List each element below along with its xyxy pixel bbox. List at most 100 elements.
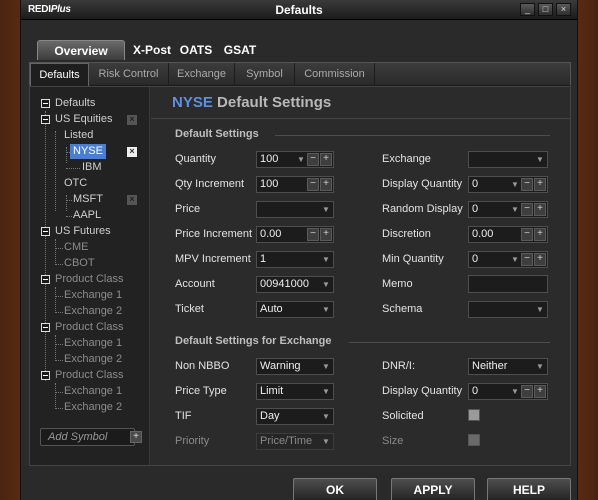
chevron-down-icon[interactable]: ▼ (320, 203, 332, 216)
chevron-down-icon[interactable]: ▼ (534, 303, 546, 316)
price-type-select[interactable]: Limit ▼ (256, 383, 334, 400)
collapse-icon[interactable] (41, 275, 50, 284)
price-increment-value: 0.00 (260, 228, 282, 240)
tree-item-nyse[interactable]: NYSE (70, 144, 106, 159)
plus-icon[interactable]: + (320, 153, 332, 166)
plus-icon[interactable]: + (534, 228, 546, 241)
tree-item-product-class[interactable]: Product Class (55, 320, 123, 335)
chevron-down-icon[interactable]: ▼ (320, 360, 332, 373)
tree-item-exchange-1[interactable]: Exchange 1 (64, 384, 122, 399)
tab-exchange[interactable]: Exchange (169, 63, 235, 86)
plus-icon[interactable]: + (534, 203, 546, 216)
tab-risk-control[interactable]: Risk Control (89, 63, 169, 86)
tree-item-product-class[interactable]: Product Class (55, 368, 123, 383)
plus-icon[interactable]: + (534, 385, 546, 398)
random-display-field[interactable]: 0 ▼ − + (468, 201, 548, 218)
minimize-button[interactable]: _ (520, 3, 535, 16)
chevron-down-icon[interactable]: ▼ (320, 410, 332, 423)
plus-icon[interactable]: + (534, 178, 546, 191)
tif-select[interactable]: Day ▼ (256, 408, 334, 425)
chevron-down-icon[interactable]: ▼ (509, 385, 521, 398)
non-nbbo-select[interactable]: Warning ▼ (256, 358, 334, 375)
exchange-select[interactable]: ▼ (468, 151, 548, 168)
minus-icon[interactable]: − (521, 178, 533, 191)
display-quantity-field[interactable]: 0 ▼ − + (468, 176, 548, 193)
plus-icon[interactable]: + (534, 253, 546, 266)
tree-item-us-futures[interactable]: US Futures (55, 224, 111, 239)
tab-symbol[interactable]: Symbol (235, 63, 295, 86)
collapse-icon[interactable] (41, 99, 50, 108)
chevron-down-icon[interactable]: ▼ (534, 153, 546, 166)
collapse-icon[interactable] (41, 115, 50, 124)
schema-select[interactable]: ▼ (468, 301, 548, 318)
chevron-down-icon[interactable]: ▼ (295, 153, 307, 166)
tree-item-cme[interactable]: CME (64, 240, 88, 255)
tree-item-us-equities[interactable]: US Equities (55, 112, 112, 127)
minus-icon[interactable]: − (521, 228, 533, 241)
chevron-down-icon[interactable]: ▼ (509, 253, 521, 266)
tree-item-defaults[interactable]: Defaults (55, 96, 95, 111)
tree-item-otc[interactable]: OTC (64, 176, 87, 191)
discretion-field[interactable]: 0.00 − + (468, 226, 548, 243)
chevron-down-icon[interactable]: ▼ (320, 385, 332, 398)
collapse-icon[interactable] (41, 227, 50, 236)
remove-icon[interactable]: × (127, 195, 137, 205)
tree-item-exchange-1[interactable]: Exchange 1 (64, 288, 122, 303)
apply-button[interactable]: APPLY (391, 478, 475, 500)
tree-item-aapl[interactable]: AAPL (73, 208, 101, 223)
chevron-down-icon[interactable]: ▼ (320, 278, 332, 291)
remove-icon[interactable]: × (127, 115, 137, 125)
exchange-display-quantity-field[interactable]: 0 ▼ − + (468, 383, 548, 400)
minus-icon[interactable]: − (307, 178, 319, 191)
tab-x-post[interactable]: X-Post (127, 40, 177, 60)
minus-icon[interactable]: − (307, 228, 319, 241)
tree-item-exchange-1[interactable]: Exchange 1 (64, 336, 122, 351)
chevron-down-icon[interactable]: ▼ (320, 303, 332, 316)
title-bar[interactable]: REDIPlus Defaults _ □ × (21, 0, 577, 20)
ok-button[interactable]: OK (293, 478, 377, 500)
price-increment-field[interactable]: 0.00 − + (256, 226, 334, 243)
close-button[interactable]: × (556, 3, 571, 16)
mpv-increment-select[interactable]: 1 ▼ (256, 251, 334, 268)
tab-commission[interactable]: Commission (295, 63, 375, 86)
dnr-select[interactable]: Neither ▼ (468, 358, 548, 375)
tab-gsat[interactable]: GSAT (219, 40, 261, 60)
plus-icon[interactable]: + (320, 178, 332, 191)
solicited-checkbox[interactable] (468, 409, 480, 421)
remove-icon[interactable]: × (127, 147, 137, 157)
collapse-icon[interactable] (41, 323, 50, 332)
add-symbol-input[interactable]: Add Symbol + (40, 428, 142, 446)
tab-oats[interactable]: OATS (177, 40, 215, 60)
tree-item-msft[interactable]: MSFT (73, 192, 103, 207)
tree-item-ibm[interactable]: IBM (82, 160, 102, 175)
memo-input[interactable] (468, 275, 548, 293)
tab-overview[interactable]: Overview (37, 40, 125, 60)
add-symbol-button[interactable]: + (130, 431, 142, 443)
chevron-down-icon[interactable]: ▼ (320, 253, 332, 266)
tree-item-product-class[interactable]: Product Class (55, 272, 123, 287)
minus-icon[interactable]: − (521, 253, 533, 266)
tree-item-exchange-2[interactable]: Exchange 2 (64, 304, 122, 319)
minus-icon[interactable]: − (521, 203, 533, 216)
chevron-down-icon[interactable]: ▼ (509, 203, 521, 216)
ticket-select[interactable]: Auto ▼ (256, 301, 334, 318)
chevron-down-icon[interactable]: ▼ (534, 360, 546, 373)
tab-defaults[interactable]: Defaults (30, 63, 89, 86)
qty-increment-field[interactable]: 100 − + (256, 176, 334, 193)
qty-increment-value: 100 (260, 178, 279, 190)
tree-item-cbot[interactable]: CBOT (64, 256, 95, 271)
plus-icon[interactable]: + (320, 228, 332, 241)
min-quantity-field[interactable]: 0 ▼ − + (468, 251, 548, 268)
help-button[interactable]: HELP (487, 478, 571, 500)
maximize-button[interactable]: □ (538, 3, 553, 16)
chevron-down-icon[interactable]: ▼ (509, 178, 521, 191)
minus-icon[interactable]: − (521, 385, 533, 398)
minus-icon[interactable]: − (307, 153, 319, 166)
tree-item-listed[interactable]: Listed (64, 128, 93, 143)
account-select[interactable]: 00941000 ▼ (256, 276, 334, 293)
tree-item-exchange-2[interactable]: Exchange 2 (64, 352, 122, 367)
quantity-field[interactable]: 100 ▼ − + (256, 151, 334, 168)
tree-item-exchange-2[interactable]: Exchange 2 (64, 400, 122, 415)
price-select[interactable]: ▼ (256, 201, 334, 218)
collapse-icon[interactable] (41, 371, 50, 380)
